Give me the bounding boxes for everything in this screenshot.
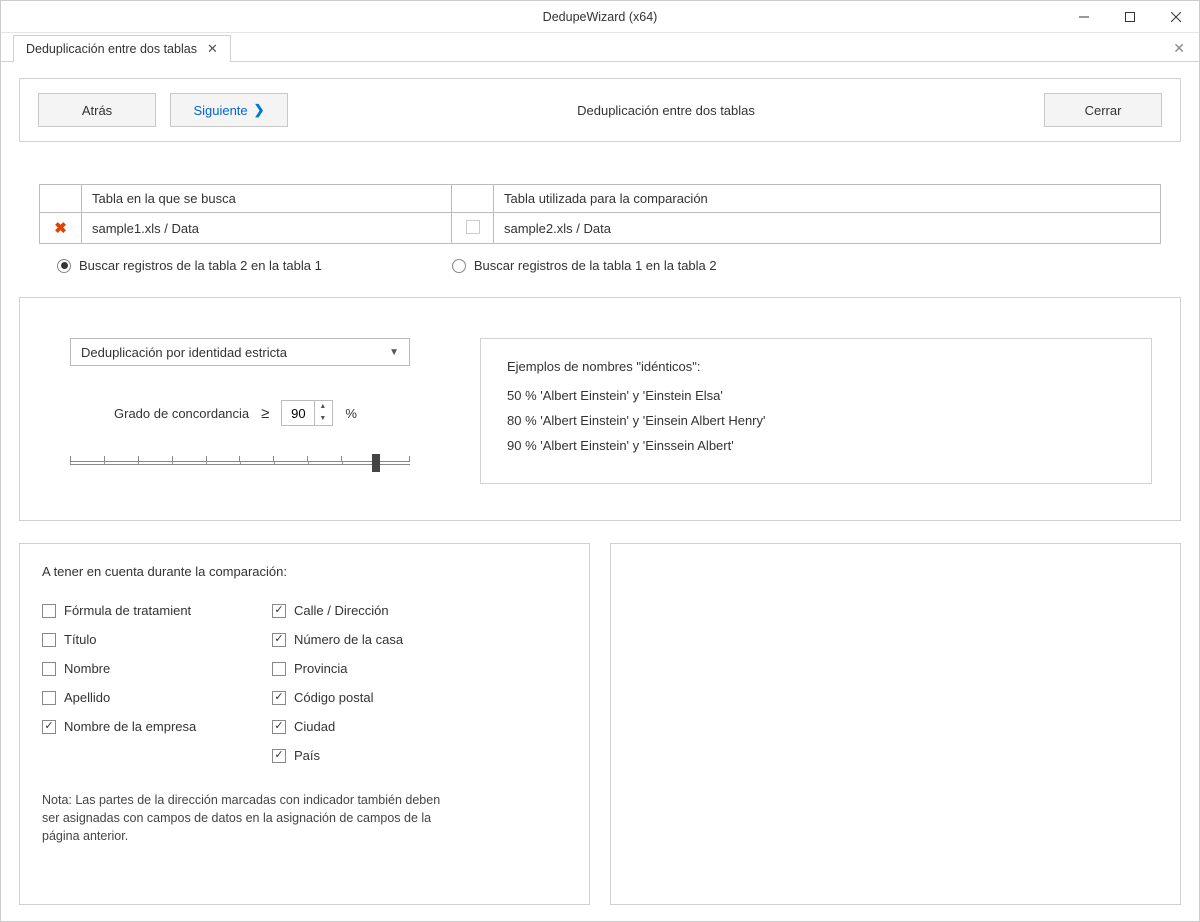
- examples-box: Ejemplos de nombres "idénticos": 50 % 'A…: [480, 338, 1152, 484]
- checkbox-icon: [42, 691, 56, 705]
- tables-grid: Tabla en la que se busca Tabla utilizada…: [39, 184, 1161, 244]
- checkbox-label: Nombre de la empresa: [64, 719, 196, 734]
- next-button[interactable]: Siguiente ❯: [170, 93, 288, 127]
- checkbox-column-1: Fórmula de tratamient Título Nombre Apellid…: [42, 603, 212, 763]
- checkbox-nombre[interactable]: Nombre: [42, 661, 212, 676]
- compare-table-icon-cell[interactable]: [452, 213, 494, 244]
- checkbox-label: Ciudad: [294, 719, 335, 734]
- radio-label: Buscar registros de la tabla 1 en la tab…: [474, 258, 717, 273]
- search-table-header: Tabla en la que se busca: [82, 185, 452, 213]
- checkbox-label: Fórmula de tratamient: [64, 603, 191, 618]
- tab-deduplicacion[interactable]: Deduplicación entre dos tablas ✕: [13, 35, 231, 62]
- checkbox-t-tulo[interactable]: Título: [42, 632, 212, 647]
- radio-icon: [57, 259, 71, 273]
- compare-icon-header: [452, 185, 494, 213]
- concordance-label: Grado de concordancia: [114, 406, 249, 421]
- geq-symbol: ≥: [261, 405, 269, 422]
- percent-symbol: %: [345, 406, 357, 421]
- radio-icon: [452, 259, 466, 273]
- checkbox-apellido[interactable]: Apellido: [42, 690, 212, 705]
- concordance-row: Grado de concordancia ≥ ▲ ▼ %: [114, 400, 450, 426]
- checkbox-label: Calle / Dirección: [294, 603, 389, 618]
- checkbox-label: Provincia: [294, 661, 347, 676]
- examples-title: Ejemplos de nombres "idénticos":: [507, 359, 1125, 374]
- radio-search-t2-in-t1[interactable]: Buscar registros de la tabla 2 en la tab…: [57, 258, 322, 273]
- content: Atrás Siguiente ❯ Deduplicación entre do…: [1, 62, 1199, 921]
- compare-table-value[interactable]: sample2.xls / Data: [494, 213, 1161, 244]
- checkbox-icon: [42, 662, 56, 676]
- spinner-up-icon[interactable]: ▲: [315, 401, 330, 413]
- radio-label: Buscar registros de la tabla 2 en la tab…: [79, 258, 322, 273]
- checkbox-icon: [42, 633, 56, 647]
- compare-table-header: Tabla utilizada para la comparación: [494, 185, 1161, 213]
- app-window: DedupeWizard (x64) Deduplicación entre d…: [0, 0, 1200, 922]
- dropdown-value: Deduplicación por identidad estricta: [81, 345, 287, 360]
- compare-note: Nota: Las partes de la dirección marcada…: [42, 791, 442, 845]
- checkbox-label: Código postal: [294, 690, 374, 705]
- checkbox-column-2: Calle / Dirección Número de la casa Provin…: [272, 603, 442, 763]
- checkbox-label: Título: [64, 632, 97, 647]
- empty-right-panel: [610, 543, 1181, 905]
- checkbox-nombre-de-la-empresa[interactable]: Nombre de la empresa: [42, 719, 212, 734]
- checkbox-ciudad[interactable]: Ciudad: [272, 719, 442, 734]
- concordance-spinner[interactable]: ▲ ▼: [281, 400, 333, 426]
- maximize-button[interactable]: [1107, 1, 1153, 33]
- checkbox-label: País: [294, 748, 320, 763]
- dedup-config-panel: Deduplicación por identidad estricta ▼ G…: [19, 297, 1181, 521]
- window-controls: [1061, 1, 1199, 33]
- concordance-input[interactable]: [282, 406, 314, 421]
- radio-search-t1-in-t2[interactable]: Buscar registros de la tabla 1 en la tab…: [452, 258, 717, 273]
- checkbox-n-mero-de-la-casa[interactable]: Número de la casa: [272, 632, 442, 647]
- spinner-down-icon[interactable]: ▼: [315, 413, 330, 425]
- concordance-slider[interactable]: [70, 454, 410, 472]
- close-button[interactable]: [1153, 1, 1199, 33]
- compare-checkbox-grid: Fórmula de tratamient Título Nombre Apellid…: [42, 603, 567, 763]
- window-title: DedupeWizard (x64): [543, 10, 658, 24]
- tab-label: Deduplicación entre dos tablas: [26, 42, 197, 56]
- tab-close-icon[interactable]: ✕: [207, 41, 218, 57]
- tabstrip: Deduplicación entre dos tablas ✕ ✕: [1, 33, 1199, 62]
- checkbox-pa-s[interactable]: País: [272, 748, 442, 763]
- checkbox-icon: [272, 749, 286, 763]
- checkbox-icon: [272, 604, 286, 618]
- checkbox-icon: [272, 691, 286, 705]
- search-icon-header: [40, 185, 82, 213]
- close-panel-button[interactable]: Cerrar: [1044, 93, 1162, 127]
- slider-handle[interactable]: [372, 454, 380, 472]
- checkbox-label: Número de la casa: [294, 632, 403, 647]
- page-close-icon[interactable]: ✕: [1167, 36, 1191, 61]
- checkbox-icon: [42, 720, 56, 734]
- chevron-right-icon: ❯: [254, 102, 265, 118]
- checkbox-icon: [42, 604, 56, 618]
- chevron-down-icon: ▼: [389, 347, 399, 358]
- dedup-mode-dropdown[interactable]: Deduplicación por identidad estricta ▼: [70, 338, 410, 366]
- search-table-value[interactable]: sample1.xls / Data: [82, 213, 452, 244]
- dedup-config-left: Deduplicación por identidad estricta ▼ G…: [70, 338, 450, 484]
- compare-title: A tener en cuenta durante la comparación…: [42, 564, 567, 579]
- checkbox-c-digo-postal[interactable]: Código postal: [272, 690, 442, 705]
- checkbox-f-rmula-de-tratamient[interactable]: Fórmula de tratamient: [42, 603, 212, 618]
- minimize-button[interactable]: [1061, 1, 1107, 33]
- example-row: 50 % 'Albert Einstein' y 'Einstein Elsa': [507, 388, 1125, 403]
- checkbox-calle-direcci-n[interactable]: Calle / Dirección: [272, 603, 442, 618]
- compare-fields-panel: A tener en cuenta durante la comparación…: [19, 543, 590, 905]
- example-row: 80 % 'Albert Einstein' y 'Einsein Albert…: [507, 413, 1125, 428]
- next-label: Siguiente: [193, 103, 247, 118]
- checkbox-label: Nombre: [64, 661, 110, 676]
- checkbox-icon: [272, 720, 286, 734]
- titlebar: DedupeWizard (x64): [1, 1, 1199, 33]
- bottom-panels: A tener en cuenta durante la comparación…: [19, 543, 1181, 905]
- checkbox-label: Apellido: [64, 690, 110, 705]
- page-title: Deduplicación entre dos tablas: [302, 103, 1030, 118]
- back-button[interactable]: Atrás: [38, 93, 156, 127]
- remove-search-table-icon[interactable]: ✖: [40, 213, 82, 244]
- checkbox-icon: [272, 633, 286, 647]
- search-direction-radios: Buscar registros de la tabla 2 en la tab…: [57, 258, 1143, 273]
- checkbox-icon: [272, 662, 286, 676]
- toolbar-panel: Atrás Siguiente ❯ Deduplicación entre do…: [19, 78, 1181, 142]
- checkbox-provincia[interactable]: Provincia: [272, 661, 442, 676]
- example-row: 90 % 'Albert Einstein' y 'Einssein Alber…: [507, 438, 1125, 453]
